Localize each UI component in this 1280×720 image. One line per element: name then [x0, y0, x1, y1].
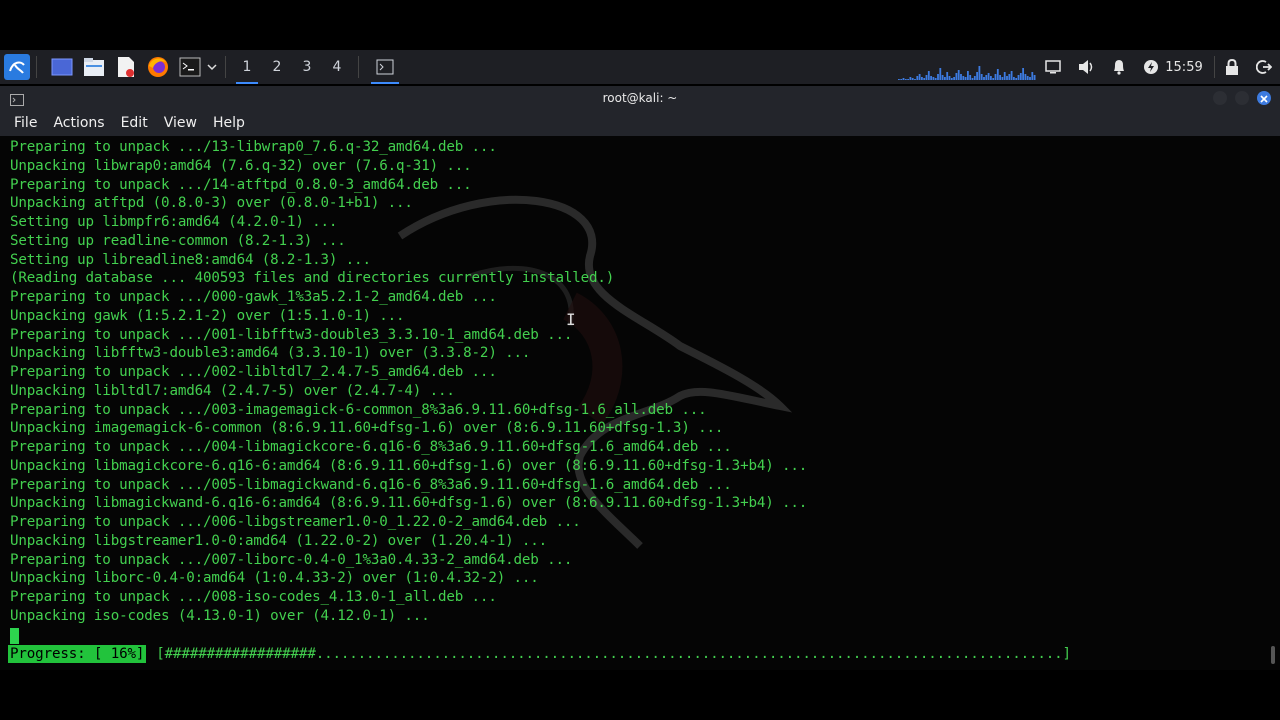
terminal-line: Unpacking libmagickwand-6.q16-6:amd64 (8…: [10, 495, 808, 512]
workspace-1[interactable]: 1: [232, 50, 262, 84]
terminal-line: Preparing to unpack .../14-atftpd_0.8.0-…: [10, 176, 472, 193]
window-title: root@kali: ~: [602, 91, 678, 105]
taskbar-separator: [225, 56, 226, 78]
terminal-line: Setting up libreadline8:amd64 (8.2-1.3) …: [10, 251, 371, 268]
terminal-line: Setting up readline-common (8.2-1.3) ...: [10, 232, 346, 249]
taskbar-separator: [36, 56, 37, 78]
terminal-line: (Reading database ... 400593 files and d…: [10, 270, 615, 287]
terminal-cursor: [10, 628, 19, 644]
workspace-3[interactable]: 3: [292, 50, 322, 84]
taskbar: 1 2 3 4 15:59: [0, 50, 1280, 84]
terminal-line: Preparing to unpack .../001-libfftw3-dou…: [10, 326, 573, 343]
dropdown-chevron-icon[interactable]: [205, 54, 219, 80]
menu-view[interactable]: View: [156, 112, 205, 134]
text-editor-icon[interactable]: [113, 54, 139, 80]
progress-bar: [##################.....................…: [156, 646, 1071, 662]
progress-label: Progress: [ 16%]: [8, 645, 147, 663]
logout-icon[interactable]: [1254, 50, 1274, 84]
text-cursor-icon: I: [566, 310, 576, 329]
terminal-line: Preparing to unpack .../000-gawk_1%3a5.2…: [10, 289, 497, 305]
terminal-line: Preparing to unpack .../003-imagemagick-…: [10, 401, 707, 418]
taskbar-separator: [1214, 56, 1215, 78]
terminal-task-icon: [376, 59, 394, 75]
terminal-line: Unpacking liborc-0.4-0:amd64 (1:0.4.33-2…: [10, 570, 539, 587]
display-icon[interactable]: [1042, 50, 1064, 84]
terminal-line: Unpacking atftpd (0.8.0-3) over (0.8.0-1…: [10, 195, 413, 212]
close-button[interactable]: [1257, 91, 1271, 105]
terminal-line: Preparing to unpack .../006-libgstreamer…: [10, 514, 581, 530]
kali-menu-icon[interactable]: [4, 54, 30, 80]
terminal-line: Preparing to unpack .../007-liborc-0.4-0…: [10, 551, 573, 568]
window-terminal-icon: [10, 91, 24, 110]
close-icon: [1260, 95, 1268, 103]
menu-bar: File Actions Edit View Help: [0, 110, 1280, 136]
terminal-line: Preparing to unpack .../004-libmagickcor…: [10, 439, 732, 455]
terminal-icon[interactable]: [177, 54, 203, 80]
terminal-line: Unpacking iso-codes (4.13.0-1) over (4.1…: [10, 607, 430, 624]
menu-help[interactable]: Help: [205, 112, 253, 134]
menu-edit[interactable]: Edit: [113, 112, 156, 134]
volume-icon[interactable]: [1076, 50, 1098, 84]
firefox-icon[interactable]: [145, 54, 171, 80]
terminal-line: Unpacking libltdl7:amd64 (2.4.7-5) over …: [10, 382, 455, 399]
desktop-icon[interactable]: [49, 54, 75, 80]
progress-row: Progress: [ 16%] [##################....…: [8, 644, 1071, 664]
terminal-window: root@kali: ~ File Actions Edit View Help…: [0, 86, 1280, 670]
workspace-2[interactable]: 2: [262, 50, 292, 84]
terminal-line: Unpacking libgstreamer1.0-0:amd64 (1.22.…: [10, 532, 548, 549]
terminal-line: Preparing to unpack .../005-libmagickwan…: [10, 476, 732, 493]
terminal-line: Setting up libmpfr6:amd64 (4.2.0-1) ...: [10, 214, 338, 230]
lock-icon[interactable]: [1222, 50, 1242, 84]
terminal-task-button[interactable]: [369, 50, 401, 84]
power-manager-icon[interactable]: [1140, 50, 1162, 84]
terminal-output[interactable]: Preparing to unpack .../13-libwrap0_7.6.…: [0, 136, 1280, 670]
terminal-line: Preparing to unpack .../008-iso-codes_4.…: [10, 589, 497, 605]
taskbar-separator: [358, 56, 359, 78]
menu-actions[interactable]: Actions: [45, 112, 112, 134]
terminal-line: Preparing to unpack .../13-libwrap0_7.6.…: [10, 139, 497, 155]
terminal-lines: Preparing to unpack .../13-libwrap0_7.6.…: [10, 138, 807, 626]
terminal-line: Unpacking libfftw3-double3:amd64 (3.3.10…: [10, 345, 531, 362]
terminal-line: Unpacking libmagickcore-6.q16-6:amd64 (8…: [10, 457, 808, 474]
terminal-line: Unpacking gawk (1:5.2.1-2) over (1:5.1.0…: [10, 307, 405, 324]
scrollbar[interactable]: [1271, 646, 1275, 664]
terminal-line: Preparing to unpack .../002-libltdl7_2.4…: [10, 364, 497, 380]
terminal-line: Unpacking imagemagick-6-common (8:6.9.11…: [10, 420, 724, 437]
workspace-4[interactable]: 4: [322, 50, 352, 84]
clock[interactable]: 15:59: [1164, 50, 1204, 84]
notification-bell-icon[interactable]: [1108, 50, 1130, 84]
terminal-line: Unpacking libwrap0:amd64 (7.6.q-32) over…: [10, 157, 472, 174]
cpu-graph: [898, 66, 1036, 80]
minimize-button[interactable]: [1213, 91, 1227, 105]
window-titlebar[interactable]: root@kali: ~: [0, 86, 1280, 110]
menu-file[interactable]: File: [6, 112, 45, 134]
maximize-button[interactable]: [1235, 91, 1249, 105]
file-manager-icon[interactable]: [81, 54, 107, 80]
